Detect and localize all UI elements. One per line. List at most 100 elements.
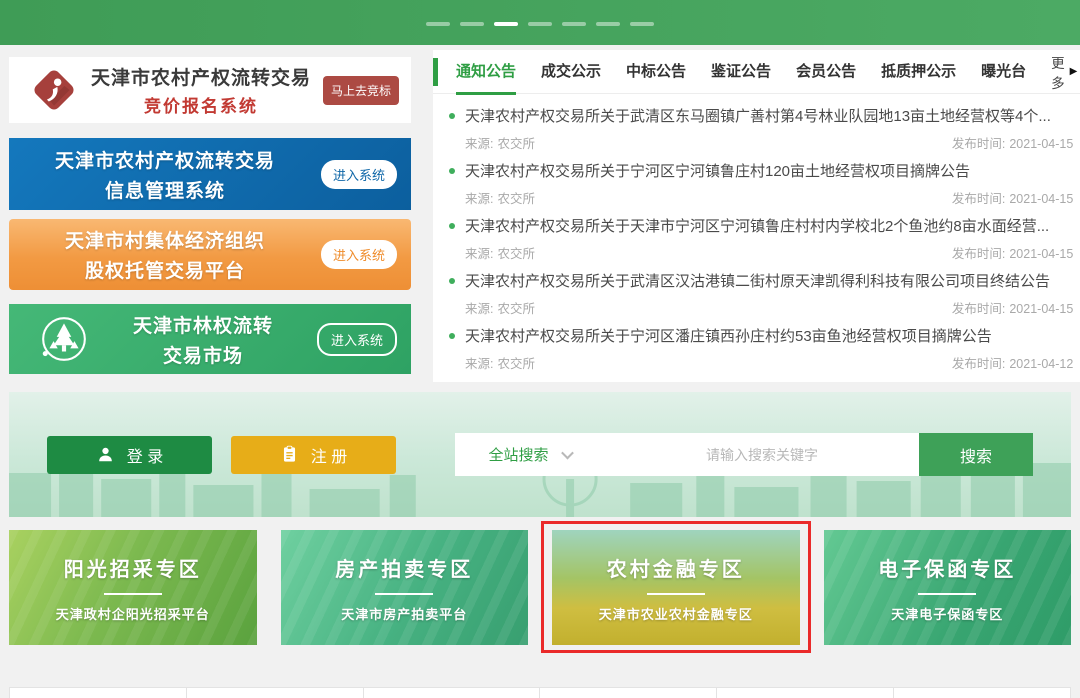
carousel-dash-active[interactable]	[494, 22, 518, 26]
zone-subtitle: 天津政村企阳光招采平台	[56, 604, 210, 623]
carousel-dash[interactable]	[426, 22, 450, 26]
tab-deal-publicity[interactable]: 成交公示	[541, 50, 601, 94]
hero-search-section: 登 录 注 册 全站搜索 搜索	[9, 392, 1071, 517]
source-value: 农交所	[497, 357, 535, 371]
announcement-title: 天津农村产权交易所关于武清区汉沽港镇二街村原天津凯得利科技有限公司项目终结公告	[465, 270, 1050, 291]
bidding-system-title: 天津市农村产权流转交易 竞价报名系统	[79, 63, 323, 117]
bidding-system-card[interactable]: 天津市农村产权流转交易 竞价报名系统 马上去竞标	[9, 57, 411, 123]
tab-winning-bid[interactable]: 中标公告	[626, 50, 686, 94]
announcement-link[interactable]: 天津农村产权交易所关于天津市宁河区宁河镇鲁庄村村内学校北2个鱼池约8亩水面经营.…	[449, 211, 1077, 240]
list-item: 天津农村产权交易所关于天津市宁河区宁河镇鲁庄村村内学校北2个鱼池约8亩水面经营.…	[449, 211, 1077, 265]
announcement-link[interactable]: 天津农村产权交易所关于宁河区宁河镇鲁庄村120亩土地经营权项目摘牌公告	[449, 156, 1077, 185]
source-label: 来源:	[465, 247, 493, 261]
register-button[interactable]: 注 册	[231, 436, 396, 474]
source-value: 农交所	[497, 192, 535, 206]
bottom-section-row	[9, 687, 1071, 698]
time-label: 发布时间:	[952, 247, 1005, 261]
zone-rural-finance-highlighted[interactable]: 农村金融专区 天津市农业农村金融专区	[552, 530, 800, 645]
source-value: 农交所	[497, 137, 535, 151]
equity-banner-text: 天津市村集体经济组织 股权托管交易平台	[9, 226, 321, 283]
login-label: 登 录	[127, 443, 163, 467]
time-value: 2021-04-15	[1009, 137, 1073, 151]
time-label: 发布时间:	[952, 302, 1005, 316]
list-item: 天津农村产权交易所关于宁河区潘庄镇西孙庄村约53亩鱼池经营权项目摘牌公告 来源:…	[449, 321, 1077, 375]
tab-notice[interactable]: 通知公告	[456, 50, 516, 94]
tab-member[interactable]: 会员公告	[796, 50, 856, 94]
source-label: 来源:	[465, 357, 493, 371]
bottom-cell	[186, 687, 364, 698]
search-input[interactable]	[605, 433, 919, 476]
zone-subtitle: 天津市农业农村金融专区	[599, 604, 753, 623]
search-scope-label: 全站搜索	[488, 444, 548, 465]
announcement-link[interactable]: 天津农村产权交易所关于宁河区潘庄镇西孙庄村约53亩鱼池经营权项目摘牌公告	[449, 321, 1077, 350]
login-button[interactable]: 登 录	[47, 436, 212, 474]
equity-platform-banner[interactable]: 天津市村集体经济组织 股权托管交易平台 进入系统	[9, 219, 411, 290]
banner-line: 股权托管交易平台	[9, 256, 321, 283]
zone-title: 农村金融专区	[607, 553, 745, 582]
list-item: 天津农村产权交易所关于宁河区宁河镇鲁庄村120亩土地经营权项目摘牌公告 来源:农…	[449, 156, 1077, 210]
carousel-dash[interactable]	[562, 22, 586, 26]
announcement-tabs: 通知公告 成交公示 中标公告 鉴证公告 会员公告 抵质押公示 曝光台 更多 ▶	[433, 50, 1080, 94]
announcement-link[interactable]: 天津农村产权交易所关于武清区汉沽港镇二街村原天津凯得利科技有限公司项目终结公告	[449, 266, 1077, 295]
banner-line: 交易市场	[89, 341, 317, 368]
bullet-icon	[449, 113, 455, 119]
divider	[918, 593, 976, 595]
more-arrow-icon: ▶	[1070, 66, 1078, 77]
site-logo-icon	[29, 65, 79, 115]
banner-line: 天津市林权流转	[89, 311, 317, 338]
source-label: 来源:	[465, 302, 493, 316]
search-scope-dropdown[interactable]: 全站搜索	[455, 433, 605, 476]
bullet-icon	[449, 333, 455, 339]
enter-system-button[interactable]: 进入系统	[321, 240, 397, 269]
zone-title: 阳光招采专区	[64, 553, 202, 582]
announcement-meta: 来源: 农交所 发布时间: 2021-04-15	[449, 240, 1077, 265]
register-label: 注 册	[311, 443, 347, 467]
tree-icon	[39, 314, 89, 364]
time-value: 2021-04-15	[1009, 247, 1073, 261]
top-carousel-banner	[0, 0, 1080, 45]
go-bid-button[interactable]: 马上去竞标	[323, 76, 399, 105]
list-item: 天津农村产权交易所关于武清区东马圈镇广善村第4号林业队园地13亩土地经营权等4个…	[449, 101, 1077, 155]
user-icon	[96, 445, 115, 464]
divider	[104, 593, 162, 595]
banner-line: 天津市村集体经济组织	[9, 226, 321, 253]
carousel-indicators	[426, 22, 654, 26]
announcement-link[interactable]: 天津农村产权交易所关于武清区东马圈镇广善村第4号林业队园地13亩土地经营权等4个…	[449, 101, 1077, 130]
tab-accent-bar	[433, 58, 438, 86]
source-label: 来源:	[465, 137, 493, 151]
announcement-title: 天津农村产权交易所关于天津市宁河区宁河镇鲁庄村村内学校北2个鱼池约8亩水面经营.…	[465, 215, 1049, 236]
announcement-title: 天津农村产权交易所关于宁河区宁河镇鲁庄村120亩土地经营权项目摘牌公告	[465, 160, 970, 181]
zone-property-auction[interactable]: 房产拍卖专区 天津市房产拍卖平台	[281, 530, 529, 645]
more-link[interactable]: 更多 ▶	[1051, 52, 1077, 92]
bullet-icon	[449, 278, 455, 284]
search-button[interactable]: 搜索	[919, 433, 1033, 476]
carousel-dash[interactable]	[630, 22, 654, 26]
announcement-title: 天津农村产权交易所关于武清区东马圈镇广善村第4号林业队园地13亩土地经营权等4个…	[465, 105, 1051, 126]
zone-sunshine-procurement[interactable]: 阳光招采专区 天津政村企阳光招采平台	[9, 530, 257, 645]
carousel-dash[interactable]	[528, 22, 552, 26]
time-label: 发布时间:	[952, 137, 1005, 151]
source-value: 农交所	[497, 247, 535, 261]
zone-title: 房产拍卖专区	[335, 553, 473, 582]
zone-electronic-guarantee[interactable]: 电子保函专区 天津电子保函专区	[824, 530, 1072, 645]
tab-pledge[interactable]: 抵质押公示	[881, 50, 956, 94]
left-column: 天津市农村产权流转交易 竞价报名系统 马上去竞标 天津市农村产权流转交易 信息管…	[9, 50, 411, 382]
carousel-dash[interactable]	[596, 22, 620, 26]
zone-subtitle: 天津电子保函专区	[891, 604, 1003, 623]
enter-system-button[interactable]: 进入系统	[317, 323, 397, 356]
info-management-banner[interactable]: 天津市农村产权流转交易 信息管理系统 进入系统	[9, 138, 411, 210]
tab-certification[interactable]: 鉴证公告	[711, 50, 771, 94]
announcement-meta: 来源:农交所 发布时间:2021-04-15	[449, 185, 1077, 210]
info-banner-text: 天津市农村产权流转交易 信息管理系统	[9, 146, 321, 203]
carousel-dash[interactable]	[460, 22, 484, 26]
announcement-title: 天津农村产权交易所关于宁河区潘庄镇西孙庄村约53亩鱼池经营权项目摘牌公告	[465, 325, 992, 346]
announcement-list: 天津农村产权交易所关于武清区东马圈镇广善村第4号林业队园地13亩土地经营权等4个…	[433, 94, 1080, 375]
forest-rights-banner[interactable]: 天津市林权流转 交易市场 进入系统	[9, 304, 411, 374]
special-zones-row: 阳光招采专区 天津政村企阳光招采平台 房产拍卖专区 天津市房产拍卖平台 农村金融…	[9, 530, 1071, 645]
announcement-meta: 来源:农交所 发布时间:2021-04-12	[449, 350, 1077, 375]
enter-system-button[interactable]: 进入系统	[321, 160, 397, 189]
bottom-cell	[716, 687, 894, 698]
tab-exposure[interactable]: 曝光台	[981, 50, 1026, 94]
more-label: 更多	[1051, 52, 1065, 92]
search-bar: 全站搜索 搜索	[455, 433, 1033, 476]
